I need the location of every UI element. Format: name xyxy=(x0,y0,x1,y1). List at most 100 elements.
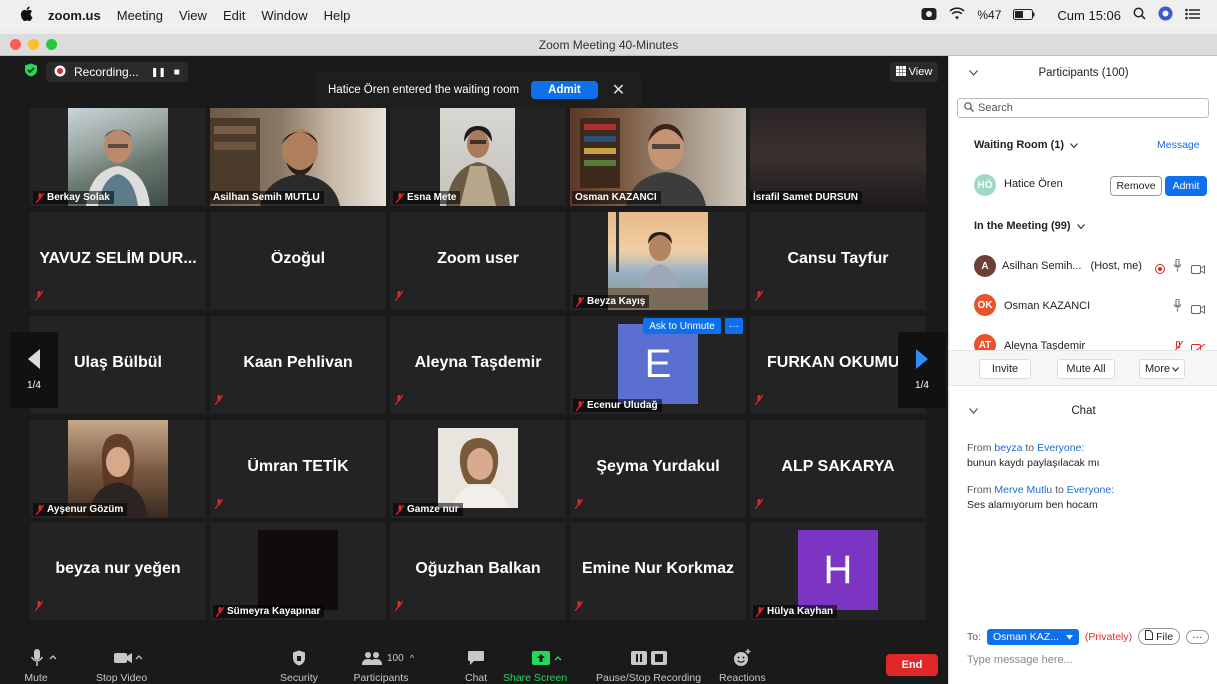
close-icon[interactable]: ✕ xyxy=(612,80,625,100)
participant-name-label: Beyza Kayış xyxy=(573,295,650,308)
video-tile[interactable]: YAVUZ SELİM DUR... xyxy=(30,212,206,310)
clock[interactable]: Cum 15:06 xyxy=(1057,8,1121,23)
page-indicator-left: 1/4 xyxy=(27,380,41,391)
search-placeholder: Search xyxy=(978,102,1013,114)
video-tile[interactable]: Sümeyra Kayapınar xyxy=(210,522,386,620)
sender-name[interactable]: Merve Mutlu xyxy=(994,484,1052,496)
participants-button[interactable]: 100 ^ Participants xyxy=(354,646,414,684)
menu-window[interactable]: Window xyxy=(261,8,307,23)
encryption-shield-icon[interactable] xyxy=(24,63,38,82)
waiting-room-header[interactable]: Waiting Room (1) xyxy=(974,139,1079,151)
video-tile[interactable]: H Hülya Kayhan xyxy=(750,522,926,620)
video-off-icon[interactable] xyxy=(1191,341,1206,350)
avatar-initials: A xyxy=(981,260,989,272)
menu-app-name[interactable]: zoom.us xyxy=(48,8,101,23)
control-center-icon[interactable] xyxy=(1185,8,1201,23)
participant-name: Berkay Solak xyxy=(47,192,110,203)
chat-message-input[interactable]: Type message here... xyxy=(967,654,1073,666)
tile-more-options-button[interactable]: ··· xyxy=(725,318,743,334)
file-icon xyxy=(1145,630,1154,643)
screen-record-icon[interactable] xyxy=(921,7,937,24)
video-tile[interactable]: Özoğul xyxy=(210,212,386,310)
share-screen-button[interactable]: Share Screen xyxy=(503,646,567,684)
video-tile[interactable]: ALP SAKARYA xyxy=(750,420,926,518)
ask-to-unmute-button[interactable]: Ask to Unmute xyxy=(643,318,721,334)
chevron-down-icon[interactable] xyxy=(969,68,978,78)
in-meeting-header[interactable]: In the Meeting (99) xyxy=(974,220,1085,232)
video-tile[interactable]: Emine Nur Korkmaz xyxy=(570,522,746,620)
wifi-icon[interactable] xyxy=(949,7,965,23)
microphone-icon[interactable] xyxy=(1173,258,1182,277)
recording-bar: Recording... ❚❚ ■ xyxy=(24,62,188,82)
video-tile[interactable]: Ümran TETİK xyxy=(210,420,386,518)
end-meeting-button[interactable]: End xyxy=(886,654,938,676)
pause-stop-recording-button[interactable]: Pause/Stop Recording xyxy=(596,646,701,684)
participants-count: 100 xyxy=(387,652,404,664)
muted-mic-icon[interactable] xyxy=(1173,340,1184,350)
more-label: More xyxy=(1144,363,1171,375)
chevron-down-icon[interactable] xyxy=(969,406,978,416)
more-options-button[interactable]: More xyxy=(1139,359,1185,379)
stop-video-button[interactable]: Stop Video xyxy=(96,646,147,684)
chat-more-button[interactable]: ··· xyxy=(1186,629,1209,644)
menu-meeting[interactable]: Meeting xyxy=(117,8,163,23)
siri-icon[interactable] xyxy=(1158,6,1173,24)
file-button[interactable]: File xyxy=(1138,628,1181,645)
video-tile[interactable]: Esna Mete xyxy=(390,108,566,206)
page-indicator-right: 1/4 xyxy=(915,380,929,391)
previous-page-button[interactable]: 1/4 xyxy=(10,332,58,408)
chat-button[interactable]: Chat xyxy=(465,646,487,684)
video-tile[interactable]: Berkay Solak xyxy=(30,108,206,206)
chat-bubble-icon xyxy=(467,646,485,670)
video-tile[interactable]: İsrafil Samet DURSUN xyxy=(750,108,926,206)
microphone-icon[interactable] xyxy=(1173,298,1182,317)
battery-icon[interactable] xyxy=(1013,8,1035,23)
video-tile[interactable]: Cansu Tayfur xyxy=(750,212,926,310)
video-tile[interactable]: Gamze nur xyxy=(390,420,566,518)
chevron-up-icon[interactable]: ^ xyxy=(410,653,414,663)
avatar-initial: E xyxy=(644,341,672,386)
video-tile-active-speaker[interactable]: Osman KAZANCI xyxy=(570,108,746,206)
participants-header: Participants (100) xyxy=(949,56,1217,90)
video-tile[interactable]: Kaan Pehlivan xyxy=(210,316,386,414)
admit-button[interactable]: Admit xyxy=(1165,176,1207,196)
participant-name: ALP SAKARYA xyxy=(781,458,895,475)
sender-name[interactable]: beyza xyxy=(994,442,1022,454)
message-waiting-room-link[interactable]: Message xyxy=(1157,139,1200,151)
video-tile[interactable]: Oğuzhan Balkan xyxy=(390,522,566,620)
chat-message-header: From beyza to Everyone: xyxy=(967,441,1100,456)
pause-recording-icon[interactable]: ❚❚ xyxy=(151,67,166,78)
security-button[interactable]: Security xyxy=(280,646,318,684)
video-tile[interactable]: Zoom user xyxy=(390,212,566,310)
participant-name: Esna Mete xyxy=(407,192,457,203)
video-tile[interactable]: beyza nur yeğen xyxy=(30,522,206,620)
minimize-window-button[interactable] xyxy=(28,39,39,50)
notification-admit-button[interactable]: Admit xyxy=(531,81,598,99)
muted-mic-icon xyxy=(214,392,224,410)
stop-recording-icon[interactable]: ■ xyxy=(174,67,180,78)
zoom-window-button[interactable] xyxy=(46,39,57,50)
video-tile[interactable]: Beyza Kayış xyxy=(570,212,746,310)
recipient-dropdown[interactable]: Osman KAZ... xyxy=(987,628,1079,645)
menu-edit[interactable]: Edit xyxy=(223,8,245,23)
reactions-button[interactable]: Reactions xyxy=(719,646,766,684)
video-camera-icon[interactable] xyxy=(1191,261,1205,279)
video-tile[interactable]: Asilhan Semih MUTLU xyxy=(210,108,386,206)
next-page-button[interactable]: 1/4 xyxy=(898,332,946,408)
close-window-button[interactable] xyxy=(10,39,21,50)
video-tile[interactable]: Aleyna Taşdemir xyxy=(390,316,566,414)
video-tile[interactable]: Ayşenur Gözüm xyxy=(30,420,206,518)
video-camera-icon xyxy=(102,646,142,670)
spotlight-search-icon[interactable] xyxy=(1133,7,1146,23)
mute-button[interactable]: Mute xyxy=(24,646,56,684)
video-camera-icon[interactable] xyxy=(1191,301,1205,319)
apple-icon[interactable] xyxy=(20,6,34,25)
mute-all-button[interactable]: Mute All xyxy=(1057,359,1115,379)
participant-search-input[interactable]: Search xyxy=(957,98,1209,118)
menu-view[interactable]: View xyxy=(179,8,207,23)
view-button[interactable]: View xyxy=(890,62,938,82)
invite-button[interactable]: Invite xyxy=(979,359,1031,379)
video-tile[interactable]: Şeyma Yurdakul xyxy=(570,420,746,518)
menu-help[interactable]: Help xyxy=(324,8,351,23)
remove-button[interactable]: Remove xyxy=(1110,176,1162,196)
